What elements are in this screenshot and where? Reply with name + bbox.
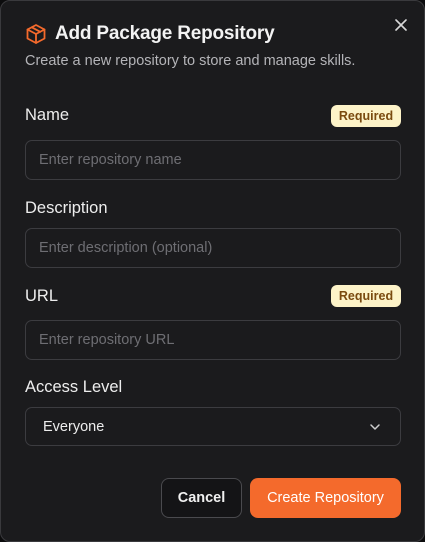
access-level-label: Access Level bbox=[25, 378, 123, 396]
description-label: Description bbox=[25, 199, 108, 217]
name-required-badge: Required bbox=[331, 105, 401, 127]
url-input[interactable]: Enter repository URL bbox=[25, 320, 401, 360]
name-label: Name bbox=[25, 106, 70, 124]
dialog-subtitle: Create a new repository to store and man… bbox=[25, 53, 356, 69]
description-placeholder: Enter description (optional) bbox=[39, 240, 213, 256]
access-level-select[interactable]: Everyone bbox=[25, 407, 401, 446]
name-placeholder: Enter repository name bbox=[39, 152, 182, 168]
create-repository-button[interactable]: Create Repository bbox=[250, 478, 401, 518]
url-required-badge: Required bbox=[331, 285, 401, 307]
dialog-header: Add Package Repository bbox=[25, 23, 275, 45]
cancel-button[interactable]: Cancel bbox=[161, 478, 242, 518]
access-level-value: Everyone bbox=[43, 418, 105, 435]
url-placeholder: Enter repository URL bbox=[39, 332, 175, 348]
dialog-title: Add Package Repository bbox=[55, 23, 275, 44]
url-label: URL bbox=[25, 287, 59, 305]
chevron-down-icon bbox=[368, 420, 382, 434]
close-icon[interactable] bbox=[389, 13, 413, 37]
description-input[interactable]: Enter description (optional) bbox=[25, 228, 401, 268]
name-input[interactable]: Enter repository name bbox=[25, 140, 401, 180]
add-repository-dialog: Add Package Repository Create a new repo… bbox=[0, 0, 425, 542]
package-cube-icon bbox=[25, 23, 47, 45]
